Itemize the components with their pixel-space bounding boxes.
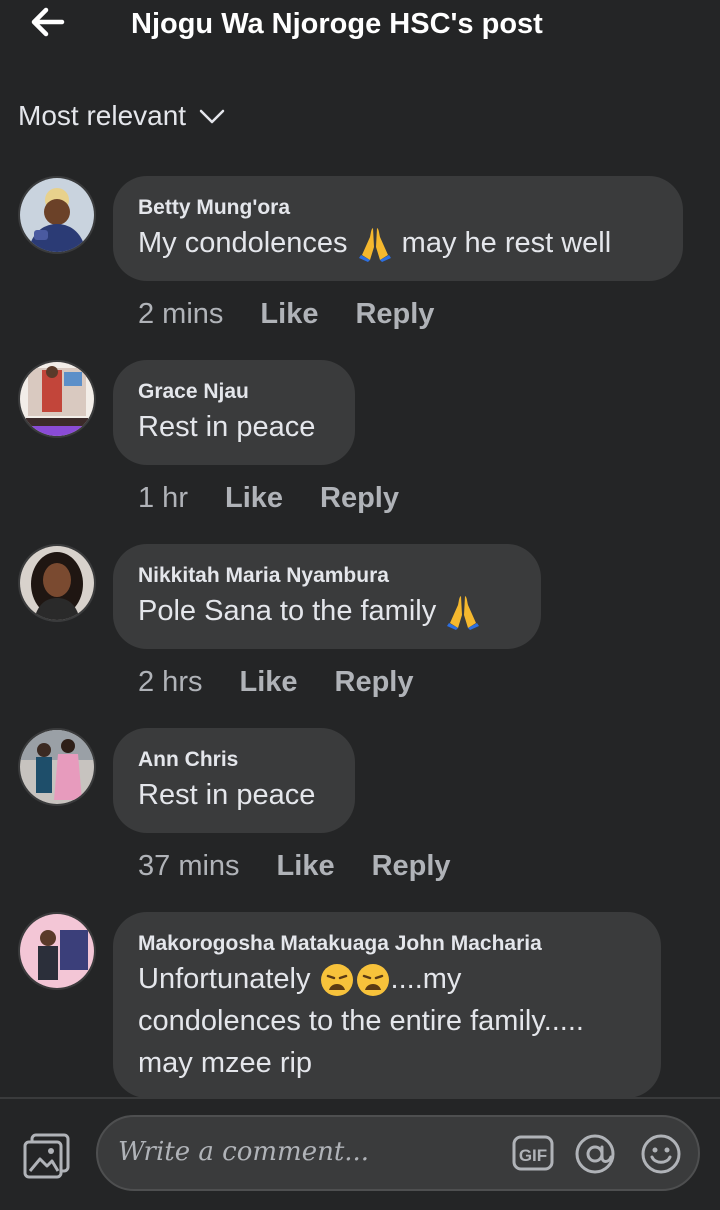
gif-icon[interactable]: GIF xyxy=(512,1135,554,1171)
comment-input[interactable]: Write a comment... GIF xyxy=(96,1115,700,1191)
smiley-icon[interactable] xyxy=(640,1133,682,1175)
comment-bubble: Ann Chris Rest in peace xyxy=(113,728,355,833)
page-title: Njogu Wa Njoroge HSC's post xyxy=(131,8,543,40)
comment-meta: 2 mins Like Reply xyxy=(138,298,434,331)
comment-text-line: may mzee rip xyxy=(138,1047,313,1079)
avatar[interactable] xyxy=(18,912,96,990)
comment-bubble: Betty Mung'ora My condolences may he res… xyxy=(113,176,683,281)
comment-text-line: condolences to the entire family..... xyxy=(138,1005,584,1037)
at-sign-icon[interactable] xyxy=(574,1133,616,1175)
comment-text: Pole Sana to the family xyxy=(138,590,516,632)
folded-hands-icon xyxy=(447,596,480,631)
weary-face-icon xyxy=(356,964,389,997)
comment-bubble: Nikkitah Maria Nyambura Pole Sana to the… xyxy=(113,544,541,649)
comment-meta: 2 hrs Like Reply xyxy=(138,666,414,699)
comment-text: My condolences may he rest well xyxy=(138,222,658,264)
comment-time[interactable]: 37 mins xyxy=(138,850,240,883)
reply-button[interactable]: Reply xyxy=(335,666,414,699)
comment-time[interactable]: 2 mins xyxy=(138,298,223,331)
comment-bubble: Makorogosha Matakuaga John Macharia Unfo… xyxy=(113,912,661,1098)
comment-meta: 37 mins Like Reply xyxy=(138,850,451,883)
comment-author[interactable]: Betty Mung'ora xyxy=(138,194,658,222)
comment-author[interactable]: Ann Chris xyxy=(138,746,330,774)
comment-composer: Write a comment... GIF xyxy=(0,1099,720,1210)
comment-input-placeholder: Write a comment... xyxy=(118,1137,370,1167)
chevron-down-icon xyxy=(199,109,225,124)
reply-button[interactable]: Reply xyxy=(372,850,451,883)
comment-text: Rest in peace xyxy=(138,411,316,443)
reply-button[interactable]: Reply xyxy=(320,482,399,515)
folded-hands-icon xyxy=(358,228,391,263)
comment-author[interactable]: Grace Njau xyxy=(138,378,330,406)
comment-author[interactable]: Nikkitah Maria Nyambura xyxy=(138,562,516,590)
avatar[interactable] xyxy=(18,360,96,438)
arrow-left-icon[interactable] xyxy=(28,4,68,40)
comment-time[interactable]: 1 hr xyxy=(138,482,188,515)
sort-label: Most relevant xyxy=(18,100,187,131)
avatar[interactable] xyxy=(18,544,96,622)
comment-author[interactable]: Makorogosha Matakuaga John Macharia xyxy=(138,930,636,958)
gif-label: GIF xyxy=(519,1146,547,1165)
like-button[interactable]: Like xyxy=(277,850,335,883)
avatar[interactable] xyxy=(18,176,96,254)
comment-text: Unfortunately ....my xyxy=(138,958,636,1000)
reply-button[interactable]: Reply xyxy=(355,298,434,331)
weary-face-icon xyxy=(320,964,353,997)
photo-icon[interactable] xyxy=(22,1133,72,1179)
like-button[interactable]: Like xyxy=(260,298,318,331)
comment-time[interactable]: 2 hrs xyxy=(138,666,202,699)
like-button[interactable]: Like xyxy=(225,482,283,515)
top-bar: Njogu Wa Njoroge HSC's post xyxy=(0,0,720,60)
comment-bubble: Grace Njau Rest in peace xyxy=(113,360,355,465)
like-button[interactable]: Like xyxy=(239,666,297,699)
comment-text: Rest in peace xyxy=(138,779,316,811)
sort-dropdown[interactable]: Most relevant xyxy=(18,100,226,132)
avatar[interactable] xyxy=(18,728,96,806)
comment-meta: 1 hr Like Reply xyxy=(138,482,399,515)
